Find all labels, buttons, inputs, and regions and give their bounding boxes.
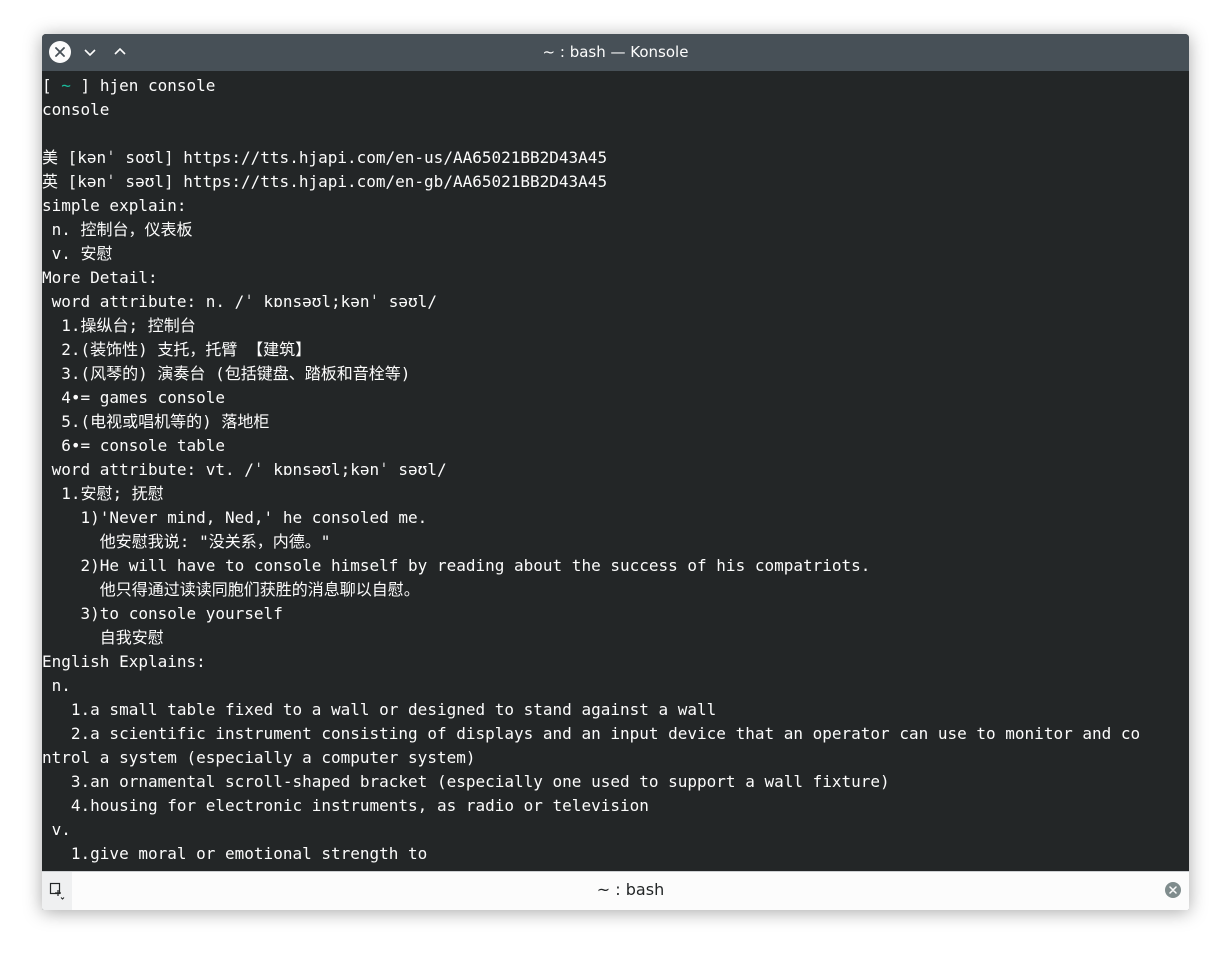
terminal-line: console	[42, 100, 110, 119]
prompt-command: hjen console	[99, 76, 216, 95]
close-icon	[55, 47, 65, 57]
prompt-directory: ~	[61, 76, 71, 95]
terminal-line: 3.an ornamental scroll-shaped bracket (e…	[42, 772, 890, 791]
new-tab-button[interactable]	[42, 872, 73, 910]
tab-close-button[interactable]	[1165, 882, 1181, 898]
chevron-down-icon	[84, 49, 96, 57]
terminal-line: word attribute: n. /ˈ kɒnsəʊl;kənˈ səʊl/	[42, 292, 437, 311]
terminal-line: v.	[42, 820, 71, 839]
terminal-line: 自我安慰	[42, 628, 164, 647]
terminal-line: 2.(装饰性) 支托，托臂 【建筑】	[42, 340, 312, 359]
prompt-close: ]	[70, 76, 100, 95]
terminal-line: 他只得通过读读同胞们获胜的消息聊以自慰。	[42, 580, 420, 599]
terminal-line: 1.give moral or emotional strength to	[42, 844, 428, 863]
konsole-window: ~ : bash — Konsole [ ~ ] hjen console co…	[42, 34, 1189, 910]
terminal-line: 3.(风琴的) 演奏台 (包括键盘、踏板和音栓等)	[42, 364, 411, 383]
output-lines: console 美 [kənˈ soʊl] https://tts.hjapi.c…	[42, 98, 1189, 866]
terminal-line: English Explains:	[42, 652, 206, 671]
terminal-line: 1.a small table fixed to a wall or desig…	[42, 700, 717, 719]
chevron-up-icon	[114, 47, 126, 55]
tab-label: ~ : bash	[596, 880, 665, 899]
close-button[interactable]	[49, 41, 71, 63]
tab-close-icon	[1169, 886, 1177, 894]
titlebar[interactable]: ~ : bash — Konsole	[42, 34, 1189, 71]
prompt-open: [	[42, 76, 62, 95]
terminal-line: 美 [kənˈ soʊl] https://tts.hjapi.com/en-u…	[42, 148, 608, 167]
terminal-line: 6•= console table	[42, 436, 226, 455]
terminal-line: ntrol a system (especially a computer sy…	[42, 748, 476, 767]
terminal-line: n.	[42, 676, 71, 695]
maximize-button[interactable]	[109, 41, 131, 63]
new-tab-icon	[49, 882, 65, 900]
tab-bash[interactable]: ~ : bash	[72, 872, 1189, 910]
terminal-line: 1.安慰; 抚慰	[42, 484, 164, 503]
terminal-line: word attribute: vt. /ˈ kɒnsəʊl;kənˈ səʊl…	[42, 460, 447, 479]
terminal-line: 5.(电视或唱机等的) 落地柜	[42, 412, 270, 431]
terminal-line: 4.housing for electronic instruments, as…	[42, 796, 649, 815]
terminal-line: 1)'Never mind, Ned,' he consoled me.	[42, 508, 428, 527]
prompt-line: [ ~ ] hjen console	[42, 74, 1189, 98]
terminal-line: n. 控制台，仪表板	[42, 220, 193, 239]
terminal-line: v. 安慰	[42, 244, 113, 263]
terminal-line: 1.操纵台; 控制台	[42, 316, 196, 335]
terminal-line: 2.a scientific instrument consisting of …	[42, 724, 1141, 743]
terminal-line: simple explain:	[42, 196, 187, 215]
tab-bar: ~ : bash	[42, 871, 1189, 910]
minimize-button[interactable]	[79, 41, 101, 63]
terminal-line: 他安慰我说: "没关系，内德。"	[42, 532, 331, 551]
terminal-line: 2)He will have to console himself by rea…	[42, 556, 871, 575]
terminal-line: More Detail:	[42, 268, 158, 287]
window-title: ~ : bash — Konsole	[542, 43, 689, 61]
terminal-output[interactable]: [ ~ ] hjen console console 美 [kənˈ soʊl] …	[42, 71, 1189, 871]
terminal-line: 3)to console yourself	[42, 604, 283, 623]
terminal-line: 英 [kənˈ səʊl] https://tts.hjapi.com/en-g…	[42, 172, 608, 191]
terminal-line: 4•= games console	[42, 388, 226, 407]
